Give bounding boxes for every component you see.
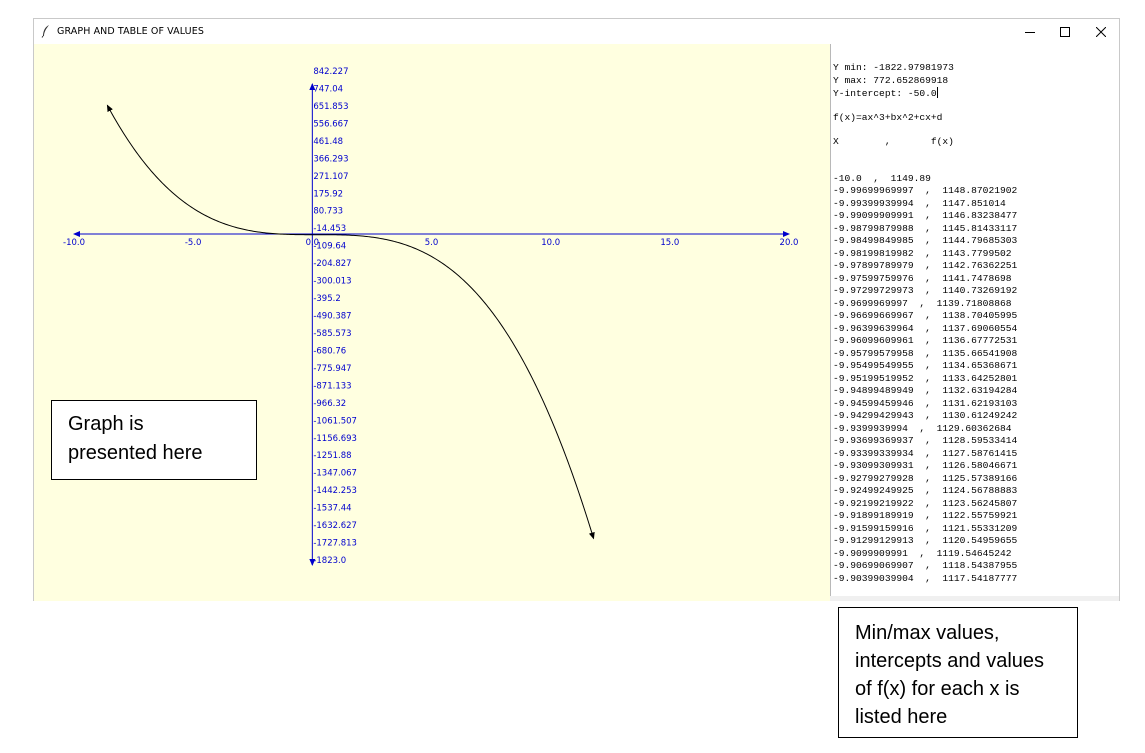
table-row: -9.9099909991 , 1119.54645242 (833, 547, 1012, 559)
title-bar[interactable]: GRAPH AND TABLE OF VALUES (34, 19, 1119, 44)
table-row: -9.92799279928 , 1125.57389166 (833, 472, 1018, 484)
y-tick-label: -14.453 (313, 224, 346, 234)
minimize-icon (1025, 31, 1035, 33)
y-tick-label: -680.76 (313, 346, 346, 356)
table-row: -9.94899489949 , 1132.63194284 (833, 385, 1018, 396)
y-tick-label: -109.64 (313, 242, 346, 252)
table-row: -9.97299729973 , 1140.73269192 (833, 285, 1018, 296)
table-row: -9.91899189919 , 1122.55759921 (833, 510, 1018, 521)
y-tick-label: -775.947 (313, 364, 351, 374)
y-intercept-text: Y-intercept: -50.0 (833, 88, 937, 99)
graph-callout: Graph is presented here (51, 400, 257, 480)
minimize-button[interactable] (1012, 19, 1048, 44)
y-min-text: Y min: -1822.97981973 (833, 62, 954, 73)
table-row: -9.91599159916 , 1121.55331209 (833, 522, 1018, 534)
table-row: -9.90699069907 , 1118.54387955 (833, 560, 1018, 571)
close-button[interactable] (1083, 19, 1119, 44)
y-max-text: Y max: 772.652869918 (833, 74, 949, 86)
x-tick-label: 15.0 (660, 238, 679, 248)
x-tick-label: 20.0 (780, 238, 799, 248)
table-callout: Min/max values, intercepts and values of… (838, 607, 1078, 738)
table-row: -9.93099309931 , 1126.58046671 (833, 460, 1018, 471)
y-tick-label: 651.853 (313, 102, 348, 112)
y-tick-label: -966.32 (313, 399, 346, 409)
y-tick-label: 842.227 (313, 67, 348, 77)
y-tick-label: 556.667 (313, 119, 348, 129)
table-row: -9.92199219922 , 1123.56245807 (833, 497, 1018, 509)
y-tick-label: -1061.507 (313, 416, 357, 426)
table-row: -9.90399039904 , 1117.54187777 (833, 572, 1018, 584)
table-callout-line: of f(x) for each x is (855, 678, 1020, 700)
y-tick-label: -204.827 (313, 259, 351, 269)
y-tick-label: -1156.693 (313, 434, 357, 444)
y-tick-label: -1347.067 (313, 469, 357, 479)
table-row: -9.9399939994 , 1129.60362684 (833, 422, 1012, 434)
table-callout-line: intercepts and values (855, 650, 1045, 672)
table-row: -9.95499549955 , 1134.65368671 (833, 360, 1018, 371)
y-tick-label: -1823.0 (313, 556, 346, 566)
table-row: -9.95799579958 , 1135.66541908 (833, 347, 1018, 359)
table-row: -9.94599459946 , 1131.62193103 (833, 397, 1018, 409)
y-tick-label: -871.133 (313, 381, 351, 391)
y-tick-label: -395.2 (313, 294, 340, 304)
table-row: -10.0 , 1149.89 (833, 172, 931, 184)
table-row: -9.98499849985 , 1144.79685303 (833, 235, 1018, 246)
x-tick-label: 5.0 (425, 238, 439, 248)
feather-icon (41, 25, 49, 38)
table-row: -9.98799879988 , 1145.81433117 (833, 222, 1018, 234)
y-tick-label: -1442.253 (313, 486, 357, 496)
maximize-icon (1060, 26, 1070, 37)
graph-callout-line: Graph is (68, 413, 144, 435)
table-rows: -10.0 , 1149.89 -9.99699969997 , 1148.870… (833, 173, 1119, 586)
y-tick-label: -1727.813 (313, 539, 357, 549)
table-row: -9.98199819982 , 1143.7799502 (833, 247, 1012, 259)
table-header: X , f(x) (833, 136, 954, 147)
graph-svg: -10.0 -5.0 0.0 5.0 10.0 15.0 20.0842.227747.04… (63, 67, 799, 566)
y-tick-label: -1251.88 (313, 451, 351, 461)
graph-callout-line: presented here (68, 442, 203, 464)
x-tick-label: -10.0 (63, 238, 85, 248)
y-tick-label: 366.293 (313, 154, 348, 164)
y-tick-label: 461.48 (313, 137, 343, 147)
table-row: -9.9699969997 , 1139.71808868 (833, 297, 1012, 309)
table-row: -9.96699669967 , 1138.70405995 (833, 310, 1018, 321)
x-tick-label: 10.0 (541, 238, 560, 248)
close-icon (1096, 26, 1106, 37)
horizontal-scrollbar[interactable] (830, 596, 1119, 601)
table-row: -9.96099609961 , 1136.67772531 (833, 335, 1018, 346)
y-intercept-line: Y-intercept: -50.0 (833, 87, 1119, 100)
table-callout-line: Min/max values, (855, 622, 1000, 644)
x-tick-label: -5.0 (185, 238, 202, 248)
y-tick-label: -1537.44 (313, 504, 351, 514)
y-tick-label: 271.107 (313, 172, 348, 182)
values-text-panel[interactable]: Y min: -1822.97981973 Y max: 772.6528699… (830, 44, 1119, 601)
app-window: GRAPH AND TABLE OF VALUES -10.0 -5.0 0.0 5.… (33, 18, 1120, 601)
table-row: -9.93699369937 , 1128.59533414 (833, 435, 1018, 446)
y-tick-label: 80.733 (313, 207, 343, 217)
formula-text: f(x)=ax^3+bx^2+cx+d (833, 111, 943, 123)
table-row: -9.97899789979 , 1142.76362251 (833, 260, 1018, 271)
table-row: -9.97599759976 , 1141.7478698 (833, 272, 1012, 284)
y-tick-label: 175.92 (313, 189, 343, 199)
y-tick-label: -300.013 (313, 277, 351, 287)
graph-canvas[interactable]: -10.0 -5.0 0.0 5.0 10.0 15.0 20.0 842.227 747.04… (34, 44, 830, 601)
table-row: -9.93399339934 , 1127.58761415 (833, 447, 1018, 459)
y-tick-label: -585.573 (313, 329, 351, 339)
text-cursor (936, 87, 938, 98)
table-row: -9.91299129913 , 1120.54959655 (833, 535, 1018, 546)
table-callout-line: listed here (855, 706, 948, 728)
table-row: -9.99099909991 , 1146.83238477 (833, 210, 1018, 221)
table-row: -9.94299429943 , 1130.61249242 (833, 410, 1018, 421)
table-row: -9.92499249925 , 1124.56788883 (833, 485, 1018, 496)
table-row: -9.99699969997 , 1148.87021902 (833, 185, 1018, 196)
maximize-button[interactable] (1047, 19, 1083, 44)
table-row: -9.95199519952 , 1133.64252801 (833, 372, 1018, 384)
y-tick-label: 747.04 (313, 84, 343, 94)
y-tick-label: -1632.627 (313, 521, 357, 531)
y-tick-label: -490.387 (313, 312, 351, 322)
window-title: GRAPH AND TABLE OF VALUES (57, 26, 204, 37)
table-row: -9.99399939994 , 1147.851014 (833, 197, 1006, 209)
table-row: -9.96399639964 , 1137.69060554 (833, 322, 1018, 334)
